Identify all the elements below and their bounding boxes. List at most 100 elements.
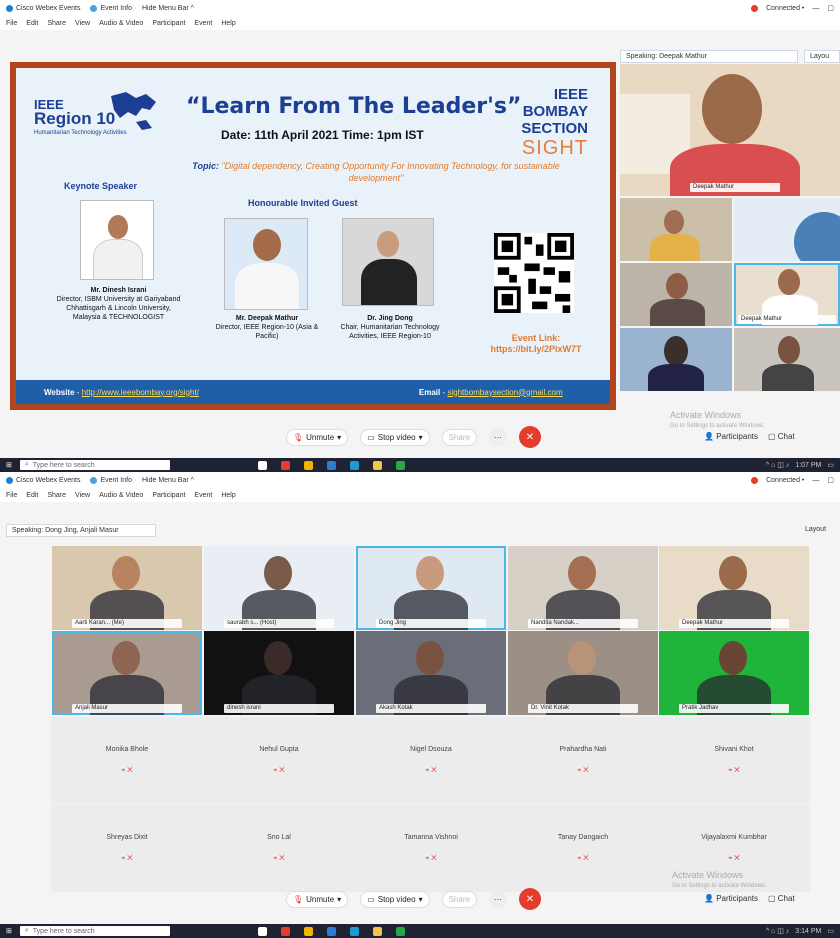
menu-share[interactable]: Share [47,492,66,499]
audio-only-tile[interactable]: Monika Bhole ⌖ ✕ [51,717,203,804]
video-tile[interactable]: Anjali Masur [52,631,202,715]
audio-only-tile[interactable]: Shivani Khot ⌖ ✕ [658,717,810,804]
audio-only-tile[interactable]: Shreyas Dixit ⌖ ✕ [51,805,203,892]
windows-start-icon[interactable]: ⊞ [6,927,12,935]
maximize-icon[interactable]: ▢ [827,4,834,12]
audio-only-tile[interactable]: Nigel Dsouza ⌖ ✕ [355,717,507,804]
event-link[interactable]: Event Link: https://bit.ly/2PixW7T [481,333,591,355]
chat-button[interactable]: ▢ Chat [768,432,795,441]
notification-icon[interactable]: ▭ [827,461,834,469]
notification-icon[interactable]: ▭ [827,927,834,935]
video-tile[interactable]: Deepak Mathur [734,263,840,326]
maximize-icon[interactable]: ▢ [827,476,834,484]
connection-status[interactable]: Connected • [766,477,804,484]
webex-task-icon[interactable] [395,460,405,470]
app-tab[interactable]: Cisco Webex Events [6,4,80,12]
video-tile[interactable]: Deepak Mathur [659,546,809,630]
menu-edit[interactable]: Edit [26,20,38,27]
audio-only-tile[interactable]: Tanay Dangaich ⌖ ✕ [507,805,659,892]
video-tile[interactable] [620,198,732,261]
end-call-button[interactable]: ✕ [518,426,541,448]
tab-label: Event Info [100,4,132,12]
video-tile[interactable]: Dong Jing [356,546,506,630]
email-address[interactable]: sightbombaysection@gmail.com [447,388,562,397]
windows-start-icon[interactable]: ⊞ [6,461,12,469]
more-options-button[interactable]: ··· [488,428,507,446]
more-options-button[interactable]: ··· [488,890,507,908]
app-tab[interactable]: Cisco Webex Events [6,476,80,484]
menu-view[interactable]: View [75,20,90,27]
video-tile[interactable]: Akash Kotak [356,631,506,715]
word-icon[interactable] [326,926,336,936]
edge-icon[interactable] [349,926,359,936]
share-button[interactable]: Share [441,428,477,446]
active-speaker-video[interactable]: Deepak Mathur [620,64,840,196]
unmute-button[interactable]: 🎙 Unmute ▾ [286,428,349,446]
menu-help[interactable]: Help [221,20,235,27]
video-tile[interactable]: dinesh israni [204,631,354,715]
clock-time[interactable]: 1:07 PM [795,462,821,469]
edge-icon[interactable] [349,460,359,470]
menu-participant[interactable]: Participant [152,492,185,499]
share-button[interactable]: Share [441,890,477,908]
chat-button[interactable]: ▢ Chat [768,894,795,903]
minimize-icon[interactable]: — [812,477,819,484]
minimize-icon[interactable]: — [812,5,819,12]
menu-share[interactable]: Share [47,20,66,27]
connection-status[interactable]: Connected • [766,5,804,12]
video-tile[interactable]: Aarti Karan... (Me) [52,546,202,630]
menu-event[interactable]: Event [194,492,212,499]
chrome-icon[interactable] [303,460,313,470]
audio-only-tile[interactable]: Nehul Gupta ⌖ ✕ [203,717,355,804]
unmute-button[interactable]: 🎙 Unmute ▾ [286,890,349,908]
event-link-url[interactable]: https://bit.ly/2PixW7T [481,344,591,355]
hide-menu-toggle[interactable]: Hide Menu Bar ^ [142,477,194,484]
chrome-icon[interactable] [303,926,313,936]
participants-button[interactable]: 👤 Participants [704,894,758,903]
event-info-tab[interactable]: Event Info [90,476,132,484]
video-tile[interactable]: Nandita Nandak... [508,546,658,630]
video-tile[interactable] [620,328,732,391]
video-tile[interactable]: Pratik Jadhav [659,631,809,715]
clock-time[interactable]: 3:14 PM [795,928,821,935]
qr-code[interactable] [494,233,574,313]
menu-view[interactable]: View [75,492,90,499]
layout-button[interactable]: Layout [800,524,838,535]
end-call-button[interactable]: ✕ [518,888,541,910]
video-tile[interactable]: saurabh s... (Host) [204,546,354,630]
menu-file[interactable]: File [6,492,17,499]
webex-task-icon[interactable] [395,926,405,936]
menu-edit[interactable]: Edit [26,492,38,499]
task-view-icon[interactable] [257,460,267,470]
menu-audio-video[interactable]: Audio & Video [99,492,143,499]
acrobat-icon[interactable] [280,460,290,470]
stop-video-button[interactable]: ▭ Stop video ▾ [360,890,430,908]
layout-button[interactable]: Layou [804,50,840,63]
video-tile[interactable] [620,263,732,326]
acrobat-icon[interactable] [280,926,290,936]
video-tile[interactable]: Dr. Vinit Kotak [508,631,658,715]
menu-help[interactable]: Help [221,492,235,499]
menu-event[interactable]: Event [194,20,212,27]
menu-file[interactable]: File [6,20,17,27]
stop-video-button[interactable]: ▭ Stop video ▾ [360,428,430,446]
word-icon[interactable] [326,460,336,470]
file-explorer-icon[interactable] [372,926,382,936]
file-explorer-icon[interactable] [372,460,382,470]
event-info-tab[interactable]: Event Info [90,4,132,12]
tray-icons[interactable]: ^ ⌂ ◫ ♪ [766,461,789,469]
menu-participant[interactable]: Participant [152,20,185,27]
audio-only-tile[interactable]: Sno Lal ⌖ ✕ [203,805,355,892]
taskbar-search[interactable]: ⌕ Type here to search [19,460,170,470]
audio-only-tile[interactable]: Prahardha Nati ⌖ ✕ [507,717,659,804]
tray-icons[interactable]: ^ ⌂ ◫ ♪ [766,927,789,935]
video-tile[interactable] [734,198,840,261]
audio-only-tile[interactable]: Tamanna Vishnoi ⌖ ✕ [355,805,507,892]
task-view-icon[interactable] [257,926,267,936]
website-url[interactable]: http://www.ieeebombay.org/sight/ [82,388,199,397]
video-tile[interactable] [734,328,840,391]
hide-menu-toggle[interactable]: Hide Menu Bar ^ [142,5,194,12]
participants-button[interactable]: 👤 Participants [704,432,758,441]
taskbar-search[interactable]: ⌕ Type here to search [19,926,170,936]
menu-audio-video[interactable]: Audio & Video [99,20,143,27]
